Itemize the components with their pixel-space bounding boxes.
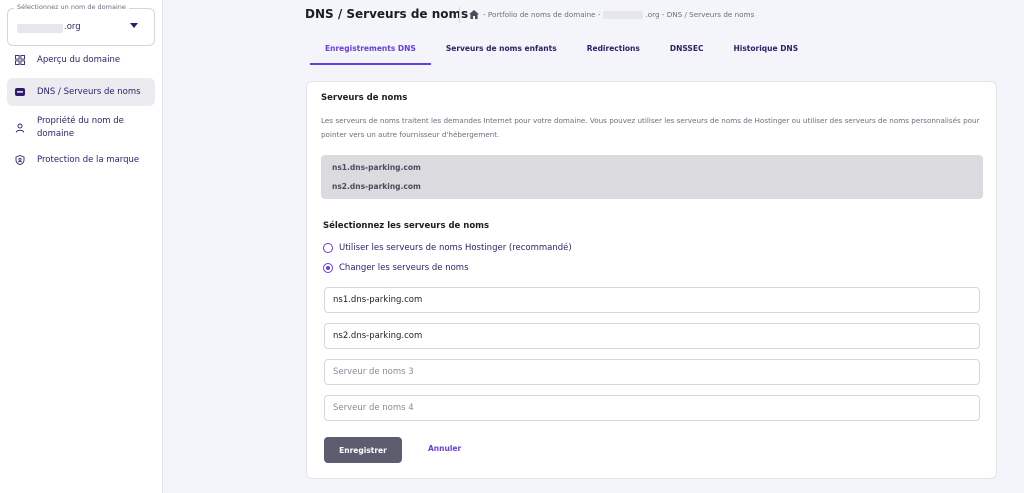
- tab-dnssec[interactable]: DNSSEC: [655, 37, 719, 65]
- sidebar-nav: Aperçu du domaine DNS / Serveurs de noms…: [7, 48, 155, 174]
- sidebar: Sélectionnez un nom de domaine .org Aper…: [0, 0, 163, 493]
- tab-historique-dns[interactable]: Historique DNS: [718, 37, 813, 65]
- title-divider: [459, 7, 460, 23]
- domain-tld: .org: [64, 22, 81, 32]
- dns-icon: [15, 87, 25, 97]
- breadcrumb-domain-redacted: [603, 10, 644, 19]
- domain-name-redacted: [17, 24, 63, 33]
- option-change[interactable]: Changer les serveurs de noms: [323, 263, 469, 273]
- sidebar-item-label: Propriété du nom de domaine: [37, 116, 124, 139]
- nameserver-4-input[interactable]: [324, 395, 980, 421]
- option-hostinger-label: Utiliser les serveurs de noms Hostinger …: [339, 243, 572, 253]
- sidebar-item-dns[interactable]: DNS / Serveurs de noms: [7, 78, 155, 106]
- radio-change[interactable]: [323, 263, 333, 273]
- grid-icon: [15, 55, 25, 65]
- current-ns-1: ns1.dns-parking.com: [332, 163, 421, 172]
- tab-serveurs-enfants[interactable]: Serveurs de noms enfants: [431, 37, 572, 65]
- nameserver-3-input[interactable]: [324, 359, 980, 385]
- breadcrumb: - Portfolio de noms de domaine - .org - …: [469, 10, 754, 19]
- domain-select-legend: Sélectionnez un nom de domaine: [14, 3, 129, 11]
- option-change-label: Changer les serveurs de noms: [339, 263, 469, 273]
- nameservers-card: Serveurs de noms Les serveurs de noms tr…: [306, 81, 997, 479]
- sidebar-item-label: DNS / Serveurs de noms: [37, 86, 141, 97]
- page-title: DNS / Serveurs de noms: [305, 7, 469, 21]
- current-nameservers: ns1.dns-parking.com ns2.dns-parking.com: [321, 155, 983, 199]
- sidebar-item-apercu[interactable]: Aperçu du domaine: [7, 48, 155, 72]
- save-button[interactable]: Enregistrer: [324, 437, 402, 463]
- tab-enregistrements-dns[interactable]: Enregistrements DNS: [310, 37, 431, 65]
- nameserver-1-input[interactable]: [324, 287, 980, 313]
- option-hostinger[interactable]: Utiliser les serveurs de noms Hostinger …: [323, 243, 572, 253]
- cancel-button[interactable]: Annuler: [428, 444, 461, 453]
- sidebar-item-protection[interactable]: Protection de la marque: [7, 148, 155, 172]
- person-icon: [15, 123, 25, 133]
- card-title: Serveurs de noms: [321, 93, 408, 103]
- chevron-down-icon: [130, 23, 138, 28]
- current-ns-2: ns2.dns-parking.com: [332, 182, 421, 191]
- sidebar-item-label: Aperçu du domaine: [37, 54, 121, 65]
- radio-hostinger[interactable]: [323, 243, 333, 253]
- sidebar-item-propriete[interactable]: Propriété du nom de domaine: [7, 110, 155, 146]
- card-description: Les serveurs de noms traitent les demand…: [321, 116, 980, 139]
- shield-icon: [15, 155, 25, 165]
- breadcrumb-current: .org - DNS / Serveurs de noms: [645, 10, 755, 19]
- sidebar-item-label: Protection de la marque: [37, 154, 140, 165]
- breadcrumb-portfolio[interactable]: - Portfolio de noms de domaine -: [483, 10, 600, 19]
- home-icon[interactable]: [469, 10, 479, 19]
- tabs: Enregistrements DNS Serveurs de noms enf…: [310, 37, 813, 65]
- nameserver-2-input[interactable]: [324, 323, 980, 349]
- domain-select[interactable]: Sélectionnez un nom de domaine .org: [7, 3, 155, 46]
- select-nameservers-title: Sélectionnez les serveurs de noms: [323, 221, 490, 231]
- tab-redirections[interactable]: Redirections: [572, 37, 655, 65]
